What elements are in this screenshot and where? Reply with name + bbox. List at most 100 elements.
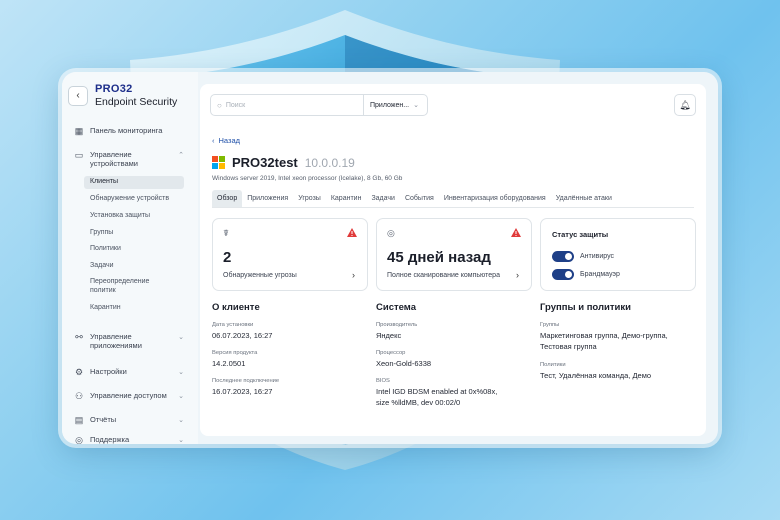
tab-events[interactable]: События <box>400 190 439 207</box>
search-scope-value: Приложен... <box>370 101 410 109</box>
sidebar-item-access[interactable]: ⚇ Управление доступом ⌄ <box>62 391 198 401</box>
client-section-title: О клиенте <box>212 302 260 313</box>
protection-status-card: Статус защиты Антивирус Брандмауэр <box>540 218 696 291</box>
device-title: PRO32test 10.0.0.19 <box>212 155 355 170</box>
sidebar-item-label: Управление устройствами <box>90 150 138 169</box>
last-connection-label: Последнее подключение <box>212 378 280 384</box>
last-connection-value: 16.07.2023, 16:27 <box>212 387 273 396</box>
sidebar-item-label: Поддержка <box>90 435 130 444</box>
firewall-toggle[interactable] <box>552 269 574 280</box>
apps-icon: ⚯ <box>75 332 83 342</box>
support-icon: ◎ <box>75 435 83 444</box>
sidebar-item-reports[interactable]: ▤ Отчёты ⌄ <box>62 415 198 425</box>
chevron-up-icon: ⌃ <box>178 152 184 159</box>
sidebar-subitem-install[interactable]: Установка защиты <box>84 210 184 223</box>
bios-label: BIOS <box>376 378 390 384</box>
sidebar-item-label: Панель мониторинга <box>90 126 163 135</box>
install-date-value: 06.07.2023, 16:27 <box>212 331 273 340</box>
chevron-down-icon: ⌄ <box>178 334 184 341</box>
tab-bar: Обзор Приложения Угрозы Карантин Задачи … <box>212 190 694 208</box>
sidebar-subitem-discovery[interactable]: Обнаружение устройств <box>84 193 184 206</box>
chevron-left-icon: ‹ <box>212 136 215 145</box>
last-scan-value: 45 дней назад <box>387 249 491 266</box>
threats-card[interactable]: ☤ 2 Обнаруженные угрозы › <box>212 218 368 291</box>
groups-value-line1: Маркетинговая группа, Демо-группа, <box>540 331 668 340</box>
tab-remote-attacks[interactable]: Удалённые атаки <box>551 190 617 207</box>
notifications-button[interactable]: 🔔︎ <box>674 94 696 116</box>
search-scope-select[interactable]: Приложен... ⌄ <box>363 95 427 115</box>
sidebar-subitem-quarantine[interactable]: Карантин <box>84 302 184 315</box>
back-link-label: Назад <box>218 136 241 145</box>
main-panel: ○ Поиск Приложен... ⌄ 🔔︎ ‹ Назад PRO32te… <box>200 84 706 436</box>
device-ip: 10.0.0.19 <box>304 155 355 170</box>
chevron-down-icon: ⌄ <box>178 369 184 376</box>
gear-icon: ⚙ <box>74 367 84 377</box>
manufacturer-label: Производитель <box>376 322 418 328</box>
groups-section-title: Группы и политики <box>540 302 631 313</box>
tab-quarantine[interactable]: Карантин <box>326 190 367 207</box>
brand-logo: PRO32 <box>95 83 133 95</box>
tab-apps[interactable]: Приложения <box>242 190 293 207</box>
sidebar-item-apps[interactable]: ⚯ Управление приложениями ⌄ <box>62 332 198 351</box>
version-value: 14.2.0501 <box>212 359 246 368</box>
brand: ‹ PRO32 Endpoint Security <box>68 84 177 108</box>
firewall-row: Брандмауэр <box>552 269 620 280</box>
tab-tasks[interactable]: Задачи <box>366 190 400 207</box>
sidebar-item-label: Отчёты <box>90 415 117 424</box>
warning-icon <box>511 228 521 237</box>
search-input[interactable]: Поиск <box>226 102 363 109</box>
bios-value-line1: Intel IGD BDSM enabled at 0x%08x, <box>376 387 498 396</box>
sidebar-item-label: Управление доступом <box>90 391 167 400</box>
antivirus-label: Антивирус <box>580 253 615 260</box>
dashboard-icon: ▦ <box>74 126 84 136</box>
install-date-label: Дата установки <box>212 322 254 328</box>
sidebar-subitem-groups[interactable]: Группы <box>84 227 184 240</box>
chevron-down-icon: ⌄ <box>178 393 184 400</box>
sidebar-subitem-policies[interactable]: Политики <box>84 243 184 256</box>
groups-label: Группы <box>540 322 560 328</box>
manufacturer-value: Яндекс <box>376 331 402 340</box>
app-window: ‹ PRO32 Endpoint Security ▦ Панель монит… <box>62 72 718 444</box>
policies-label: Политики <box>540 362 566 368</box>
version-label: Версия продукта <box>212 350 258 356</box>
tab-overview[interactable]: Обзор <box>212 190 243 207</box>
cpu-label: Процессор <box>376 350 406 356</box>
cpu-value: Xeon-Gold-6338 <box>376 359 432 368</box>
firewall-label: Брандмауэр <box>580 271 620 278</box>
windows-logo-icon <box>212 156 225 169</box>
sidebar: ‹ PRO32 Endpoint Security ▦ Панель монит… <box>62 72 198 444</box>
sidebar-item-settings[interactable]: ⚙ Настройки ⌄ <box>62 367 198 377</box>
policies-value: Тест, Удалённая команда, Демо <box>540 371 652 380</box>
groups-value-line2: Тестовая группа <box>540 342 597 351</box>
bell-icon: 🔔︎ <box>679 99 691 110</box>
warning-icon <box>347 228 357 237</box>
back-link[interactable]: ‹ Назад <box>212 136 240 145</box>
threats-label: Обнаруженные угрозы <box>223 272 297 279</box>
tab-threats[interactable]: Угрозы <box>293 190 326 207</box>
sidebar-subitem-clients[interactable]: Клиенты <box>84 176 184 189</box>
sidebar-subitem-tasks[interactable]: Задачи <box>84 260 184 273</box>
device-specs: Windows server 2019, Intel xeon processo… <box>212 175 403 182</box>
brand-name: Endpoint Security <box>95 96 178 108</box>
tab-inventory[interactable]: Инвентаризация оборудования <box>439 190 551 207</box>
sidebar-item-label: Управление приложениями <box>90 332 142 351</box>
chevron-down-icon: ⌄ <box>178 437 184 444</box>
sidebar-item-devices[interactable]: ▭ Управление устройствами ⌃ <box>62 150 198 169</box>
chevron-down-icon: ⌄ <box>178 417 184 424</box>
chevron-down-icon: ⌄ <box>413 102 419 109</box>
sidebar-item-support[interactable]: ◎ Поддержка ⌄ <box>62 435 198 444</box>
search-bar: ○ Поиск Приложен... ⌄ <box>210 94 428 116</box>
scan-card[interactable]: ◎ 45 дней назад Полное сканирование комп… <box>376 218 532 291</box>
reports-icon: ▤ <box>74 415 84 425</box>
chevron-right-icon[interactable]: › <box>516 270 519 280</box>
protection-status-title: Статус защиты <box>552 230 609 239</box>
chevron-right-icon[interactable]: › <box>352 270 355 280</box>
sidebar-subitem-policy-override[interactable]: Переопределение политик <box>84 276 164 298</box>
users-icon: ⚇ <box>74 391 84 401</box>
bug-icon: ☤ <box>223 228 230 238</box>
collapse-sidebar-button[interactable]: ‹ <box>68 85 88 106</box>
sidebar-item-dashboard[interactable]: ▦ Панель мониторинга <box>62 126 198 136</box>
system-section-title: Система <box>376 302 416 313</box>
bios-value-line2: size %lldMB, dev 00:02/0 <box>376 398 461 407</box>
antivirus-toggle[interactable] <box>552 251 574 262</box>
